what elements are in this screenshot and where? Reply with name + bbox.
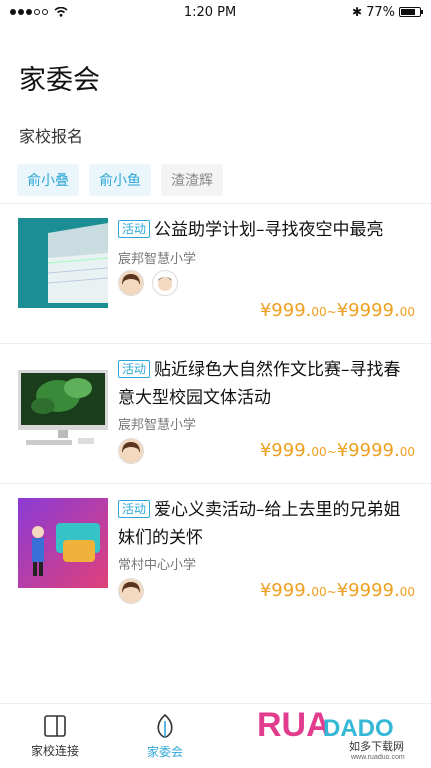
- activity-badge: 活动: [118, 360, 151, 378]
- wifi-icon: [54, 7, 68, 17]
- card-title: 公益助学计划–寻找夜空中最亮: [154, 220, 384, 240]
- activity-badge: 活动: [118, 220, 151, 238]
- card-title: 贴近绿色大自然作文比赛–寻找春意大型校园文体活动: [118, 360, 401, 408]
- price-range: ¥999.00~¥9999.00: [259, 300, 415, 321]
- tab-label: 家委会: [146, 744, 183, 759]
- watermark-logo: RUA DADO 如多下载网 www.ruaduo.com: [257, 706, 405, 761]
- tag-item[interactable]: 渣渣辉: [161, 164, 223, 196]
- battery-icon: [398, 7, 423, 17]
- card-thumbnail: [18, 358, 108, 448]
- avatar: [118, 438, 144, 464]
- page-title: 家委会: [19, 65, 100, 96]
- avatar: [152, 270, 178, 296]
- avatar-group: [118, 438, 144, 464]
- tag-list: 俞小叠 俞小鱼 渣渣辉: [17, 164, 431, 196]
- card-title: 爱心义卖活动–给上去里的兄弟姐妹们的关怀: [118, 500, 401, 548]
- card-school: 宸邦智慧小学: [118, 418, 197, 433]
- svg-text:DADO: DADO: [323, 715, 394, 742]
- document-icon: [44, 714, 66, 737]
- card-school: 宸邦智慧小学: [118, 252, 197, 267]
- activity-badge: 活动: [118, 500, 151, 518]
- svg-text:如多下载网: 如多下载网: [349, 739, 404, 753]
- avatar-group: [118, 578, 144, 604]
- avatar-group: [118, 270, 178, 296]
- card-thumbnail: [18, 498, 108, 588]
- leaf-icon: [157, 713, 173, 738]
- tab-school-connect[interactable]: 家校连接: [0, 704, 110, 768]
- activity-card[interactable]: 活动 贴近绿色大自然作文比赛–寻找春意大型校园文体活动 宸邦智慧小学 ¥999.0…: [0, 343, 431, 484]
- status-time: 1:20 PM: [183, 4, 237, 20]
- signal-icon: [10, 9, 48, 15]
- card-school: 常村中心小学: [118, 558, 197, 573]
- tab-label: 家校连接: [30, 743, 79, 758]
- battery-percent: 77%: [366, 4, 395, 20]
- tag-item[interactable]: 俞小鱼: [89, 164, 151, 196]
- activity-card[interactable]: 活动 爱心义卖活动–给上去里的兄弟姐妹们的关怀 常村中心小学 ¥999.00~¥9…: [0, 483, 431, 624]
- section-label: 家校报名: [19, 127, 84, 146]
- avatar: [118, 270, 144, 296]
- status-bar: 1:20 PM ✱ 77%: [0, 0, 431, 24]
- svg-text:www.ruaduo.com: www.ruaduo.com: [350, 754, 405, 761]
- activity-card[interactable]: 活动 公益助学计划–寻找夜空中最亮 宸邦智慧小学 ¥999.00~¥9999.00: [0, 203, 431, 344]
- price-range: ¥999.00~¥9999.00: [259, 440, 415, 461]
- svg-text:RUA: RUA: [257, 706, 331, 744]
- tag-item[interactable]: 俞小叠: [17, 164, 79, 196]
- bluetooth-icon: ✱: [352, 5, 363, 19]
- tab-parent-committee[interactable]: 家委会: [110, 704, 220, 768]
- card-thumbnail: [18, 218, 108, 308]
- avatar: [118, 578, 144, 604]
- price-range: ¥999.00~¥9999.00: [259, 580, 415, 601]
